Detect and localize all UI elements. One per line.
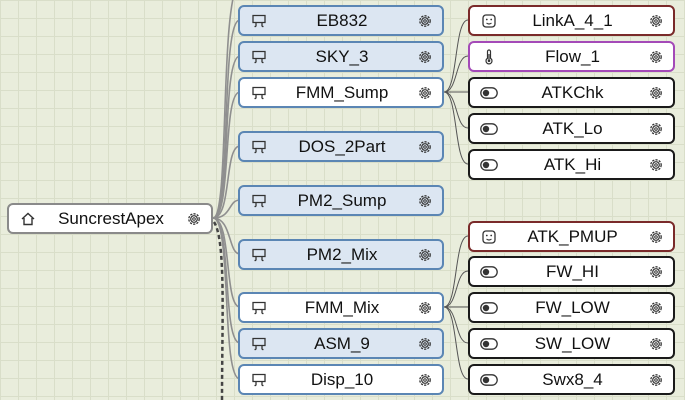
- gear-icon[interactable]: [645, 372, 667, 388]
- gear-icon[interactable]: [645, 85, 667, 101]
- input-node[interactable]: FW_HI: [468, 256, 675, 287]
- outlet-icon: [248, 13, 270, 29]
- gear-icon[interactable]: [414, 193, 436, 209]
- output-node-label: Disp_10: [310, 369, 374, 389]
- input-node-label: Swx8_4: [542, 369, 603, 389]
- toggle-icon: [478, 265, 500, 278]
- gear-icon[interactable]: [645, 13, 667, 29]
- toggle-icon: [478, 373, 500, 386]
- gear-icon[interactable]: [414, 85, 436, 101]
- output-node-label: PM2_Sump: [297, 190, 387, 210]
- input-node[interactable]: ATK_PMUP: [468, 221, 675, 252]
- outlet-icon: [248, 85, 270, 101]
- output-node[interactable]: DOS_2Part: [238, 131, 444, 162]
- input-node-label: Flow_1: [545, 46, 600, 66]
- outlet-icon: [248, 193, 270, 209]
- input-node-label: SW_LOW: [534, 333, 611, 353]
- gear-icon[interactable]: [645, 49, 667, 65]
- input-node[interactable]: ATK_Lo: [468, 113, 675, 144]
- output-node-label: FMM_Sump: [295, 82, 389, 102]
- toggle-icon: [478, 337, 500, 350]
- input-node-label: LinkA_4_1: [532, 10, 613, 30]
- output-node[interactable]: FMM_Sump: [238, 77, 444, 108]
- home-icon: [17, 211, 39, 227]
- thermometer-icon: [478, 48, 500, 65]
- output-node[interactable]: Disp_10: [238, 364, 444, 395]
- gear-icon[interactable]: [645, 336, 667, 352]
- gear-icon[interactable]: [645, 121, 667, 137]
- socket-icon: [478, 13, 500, 29]
- input-node-label: ATK_Hi: [543, 154, 602, 174]
- gear-icon[interactable]: [414, 336, 436, 352]
- input-node[interactable]: SW_LOW: [468, 328, 675, 359]
- toggle-icon: [478, 158, 500, 171]
- gear-icon[interactable]: [414, 139, 436, 155]
- output-node-label: FMM_Mix: [304, 297, 380, 317]
- gear-icon[interactable]: [414, 13, 436, 29]
- outlet-icon: [248, 49, 270, 65]
- outlet-icon: [248, 247, 270, 263]
- gear-icon[interactable]: [414, 247, 436, 263]
- root-node-suncrestapex[interactable]: SuncrestApex: [7, 203, 213, 234]
- input-node-label: FW_LOW: [535, 297, 610, 317]
- input-node[interactable]: ATKChk: [468, 77, 675, 108]
- output-node[interactable]: ASM_9: [238, 328, 444, 359]
- root-node-label: SuncrestApex: [58, 208, 164, 228]
- toggle-icon: [478, 86, 500, 99]
- output-node-label: DOS_2Part: [298, 136, 386, 156]
- output-node[interactable]: EB832: [238, 5, 444, 36]
- outlet-icon: [248, 372, 270, 388]
- input-node-label: ATKChk: [541, 82, 604, 102]
- gear-icon[interactable]: [414, 49, 436, 65]
- output-node-label: EB832: [316, 10, 368, 30]
- output-node[interactable]: FMM_Mix: [238, 292, 444, 323]
- gear-icon[interactable]: [645, 157, 667, 173]
- output-node[interactable]: PM2_Mix: [238, 239, 444, 270]
- gear-icon[interactable]: [414, 372, 436, 388]
- output-node[interactable]: SKY_3: [238, 41, 444, 72]
- outlet-icon: [248, 300, 270, 316]
- toggle-icon: [478, 301, 500, 314]
- outlet-icon: [248, 336, 270, 352]
- input-node[interactable]: ATK_Hi: [468, 149, 675, 180]
- output-node-label: SKY_3: [315, 46, 369, 66]
- input-node[interactable]: FW_LOW: [468, 292, 675, 323]
- input-node-label: ATK_Lo: [542, 118, 603, 138]
- gear-icon[interactable]: [183, 211, 205, 227]
- outlet-icon: [248, 139, 270, 155]
- gear-icon[interactable]: [645, 264, 667, 280]
- output-node-label: ASM_9: [314, 333, 370, 353]
- input-node[interactable]: Swx8_4: [468, 364, 675, 395]
- input-node-label: FW_HI: [546, 261, 599, 281]
- gear-icon[interactable]: [645, 229, 667, 245]
- input-node[interactable]: LinkA_4_1: [468, 5, 675, 36]
- output-node[interactable]: PM2_Sump: [238, 185, 444, 216]
- output-node-label: PM2_Mix: [306, 244, 378, 264]
- toggle-icon: [478, 122, 500, 135]
- gear-icon[interactable]: [645, 300, 667, 316]
- input-node[interactable]: Flow_1: [468, 41, 675, 72]
- gear-icon[interactable]: [414, 300, 436, 316]
- input-node-label: ATK_PMUP: [527, 226, 618, 246]
- socket-icon: [478, 229, 500, 245]
